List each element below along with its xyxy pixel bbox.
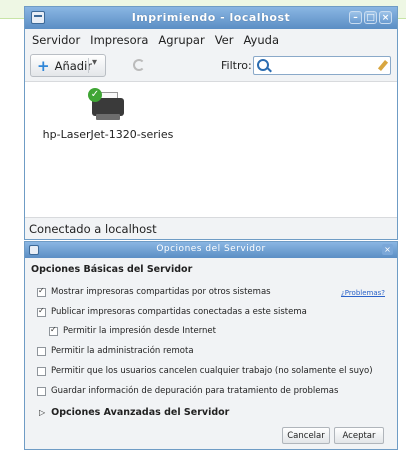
menu-ver[interactable]: Ver (214, 33, 235, 47)
checkbox[interactable] (37, 346, 46, 356)
option-label: Permitir que los usuarios cancelen cualq… (51, 366, 373, 376)
ok-button[interactable]: Aceptar (334, 427, 384, 444)
option-show-shared[interactable]: Mostrar impresoras compartidas por otros… (37, 286, 271, 297)
clear-icon[interactable] (377, 60, 389, 71)
plus-icon: + (37, 56, 50, 75)
option-debug-logging[interactable]: Guardar información de depuración para t… (37, 386, 338, 396)
toolbar: + Añadir ▾ Filtro: (25, 51, 397, 82)
option-label: Publicar impresoras compartidas conectad… (51, 307, 307, 317)
printer-name: hp-LaserJet-1320-series (42, 128, 174, 141)
check-icon: ✓ (88, 88, 102, 102)
menu-agrupar[interactable]: Agrupar (157, 33, 205, 47)
title-bar[interactable]: Imprimiendo - localhost – □ × (25, 7, 397, 29)
advanced-options-label: Opciones Avanzadas del Servidor (51, 407, 230, 418)
add-button[interactable]: + Añadir ▾ (30, 54, 106, 77)
checkbox[interactable] (37, 286, 46, 297)
window-title: Imprimiendo - localhost (131, 11, 291, 24)
status-bar: Conectado a localhost (25, 217, 397, 239)
basic-options-heading: Opciones Básicas del Servidor (31, 264, 193, 275)
problems-link[interactable]: ¿Problemas? (341, 289, 385, 297)
menu-bar: Servidor Impresora Agrupar Ver Ayuda (25, 29, 397, 51)
menu-servidor[interactable]: Servidor (31, 33, 81, 47)
advanced-options-expander[interactable]: ▷ Opciones Avanzadas del Servidor (39, 407, 229, 418)
filter-label: Filtro: (221, 59, 252, 72)
option-label: Permitir la administración remota (51, 346, 194, 356)
checkbox[interactable] (37, 386, 46, 396)
cancel-button[interactable]: Cancelar (282, 427, 330, 444)
checkbox[interactable] (49, 325, 58, 336)
server-settings-dialog: Opciones del Servidor × Opciones Básicas… (24, 241, 398, 450)
close-icon[interactable]: × (382, 244, 393, 255)
option-allow-internet[interactable]: Permitir la impresión desde Internet (49, 325, 216, 336)
option-cancel-any-job[interactable]: Permitir que los usuarios cancelen cualq… (37, 366, 373, 376)
checkbox[interactable] (37, 366, 46, 376)
add-button-label: Añadir (54, 58, 93, 73)
refresh-icon[interactable] (133, 59, 145, 71)
menu-ayuda[interactable]: Ayuda (242, 33, 280, 47)
dialog-title: Opciones del Servidor (156, 244, 266, 254)
option-publish-shared[interactable]: Publicar impresoras compartidas conectad… (37, 306, 307, 317)
menu-impresora[interactable]: Impresora (89, 33, 149, 47)
printer-list: ✓ hp-LaserJet-1320-series (25, 82, 397, 218)
maximize-icon[interactable]: □ (364, 11, 377, 24)
triangle-right-icon: ▷ (39, 408, 46, 417)
printer-item[interactable]: ✓ hp-LaserJet-1320-series (33, 88, 183, 141)
checkbox[interactable] (37, 306, 46, 317)
option-label: Mostrar impresoras compartidas por otros… (51, 287, 271, 297)
dialog-title-bar[interactable]: Opciones del Servidor × (25, 242, 397, 258)
minimize-icon[interactable]: – (349, 11, 362, 24)
search-icon (257, 59, 269, 71)
option-remote-admin[interactable]: Permitir la administración remota (37, 346, 194, 356)
close-icon[interactable]: × (379, 11, 392, 24)
option-label: Permitir la impresión desde Internet (63, 326, 216, 336)
filter-input[interactable] (253, 56, 391, 75)
printing-window: Imprimiendo - localhost – □ × Servidor I… (24, 6, 398, 240)
option-label: Guardar información de depuración para t… (51, 386, 339, 396)
button-separator (88, 58, 89, 73)
printer-icon: ✓ (88, 88, 126, 122)
chevron-down-icon[interactable]: ▾ (92, 57, 97, 68)
